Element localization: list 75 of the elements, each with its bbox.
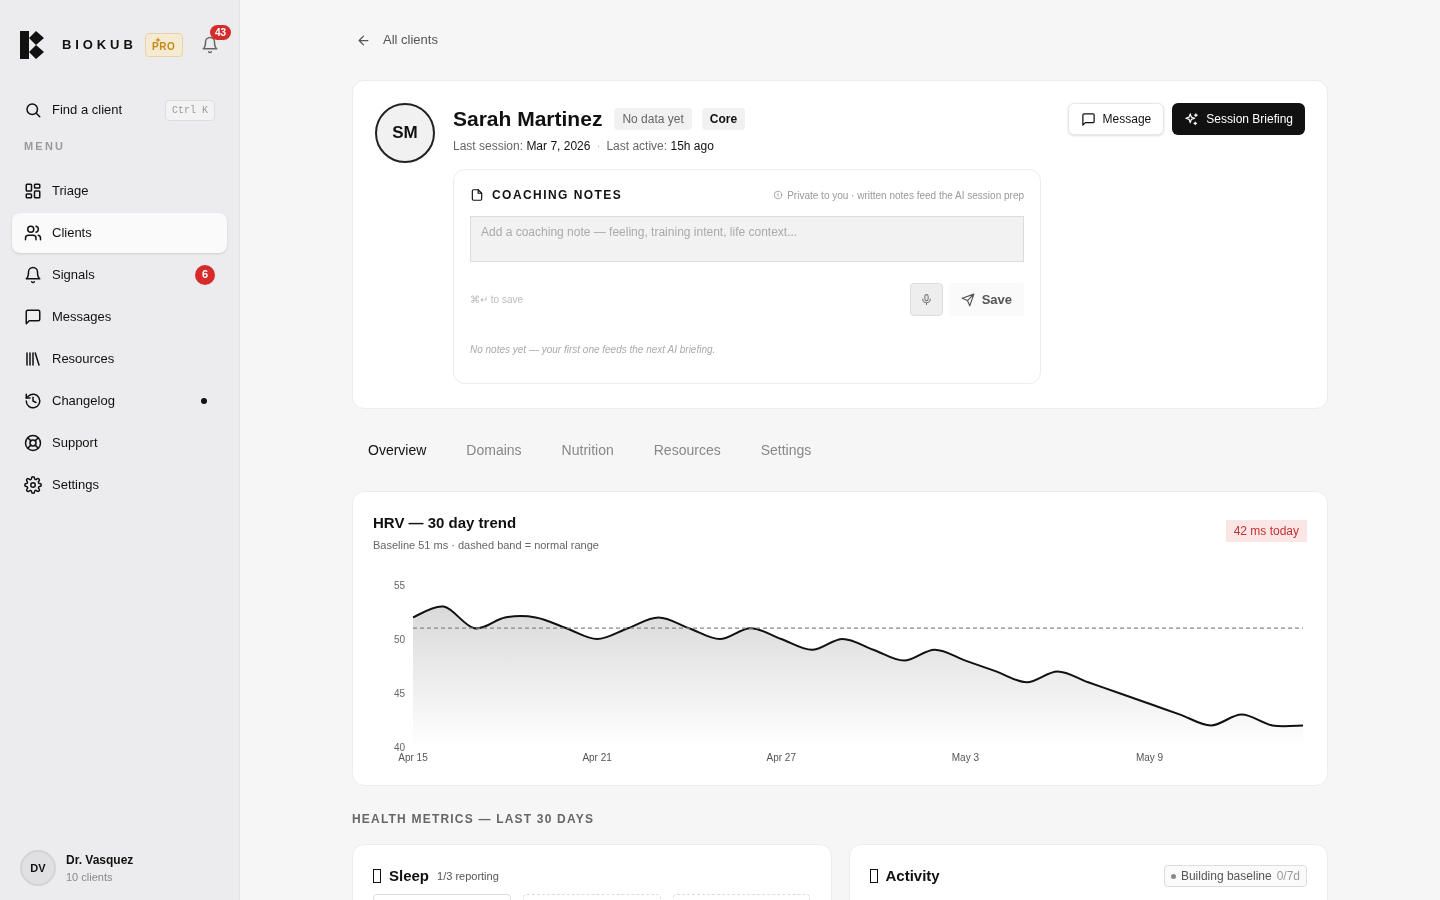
save-shortcut-hint: ⌘↵ to save (470, 293, 524, 307)
y-tick-label: 40 (393, 742, 405, 753)
status-badge: Building baseline 0/7d (1163, 865, 1307, 888)
logo-icon (20, 31, 44, 59)
last-active-text: Last active: 15h ago (606, 138, 714, 155)
shortcut-key: Ctrl K (165, 99, 215, 121)
chat-bubble-icon (24, 307, 42, 326)
nav-item[interactable]: Messages (12, 296, 227, 337)
nav-item[interactable]: Resources (12, 338, 227, 379)
metric-subtitle: 1/3 reporting (437, 869, 499, 884)
back-link[interactable]: All clients (352, 0, 1328, 80)
nav-item[interactable]: Triage (12, 170, 227, 211)
pro-badge: PRO (144, 33, 183, 57)
separator-dot: · (596, 138, 601, 155)
user-subtitle: 10 clients (66, 869, 114, 885)
x-tick-label: Apr 27 (766, 752, 796, 763)
nav-item[interactable]: Changelog (12, 380, 227, 421)
note-input-field[interactable]: Add a coaching note — feeling, training intent, life context... (470, 216, 1024, 262)
count-badge: 6 (195, 264, 215, 285)
today-badge: 42 ms today (1225, 520, 1307, 542)
y-tick-label: 50 (393, 634, 405, 645)
chart-subtitle: Baseline 51 ms · dashed band = normal range (373, 537, 599, 553)
session-briefing-button[interactable]: Session Briefing (1172, 103, 1305, 135)
notes-title: COACHING NOTES (492, 187, 623, 204)
x-tick-label: May 9 (1135, 752, 1164, 763)
metric-icon (869, 869, 878, 884)
message-button[interactable]: Message (1067, 103, 1165, 135)
nav-item[interactable]: Support (12, 422, 227, 463)
tab[interactable]: Overview (352, 433, 443, 467)
y-tick-label: 45 (393, 688, 405, 699)
section-heading: HEALTH METRICS — LAST 30 DAYS (352, 811, 596, 828)
nav-item[interactable]: Settings (12, 464, 227, 505)
nav-item[interactable]: Signals 6 (12, 254, 227, 295)
user-name: Dr. Vasquez (66, 851, 134, 869)
bell-icon (24, 265, 42, 284)
lifebuoy-icon (24, 433, 42, 452)
users-icon (24, 223, 42, 242)
chart-title: HRV — 30 day trend (373, 513, 518, 533)
user-avatar: DV (20, 850, 56, 886)
metric-title: Activity (885, 866, 940, 886)
bell-icon (201, 36, 219, 54)
brand-name: BIOKUB (62, 36, 137, 55)
privacy-note: Private to you · written notes feed the AI session prep (787, 188, 1024, 203)
microphone-icon (919, 293, 933, 306)
notification-count: 43 (209, 25, 231, 40)
search-label: Find a client (52, 101, 123, 120)
document-icon (470, 188, 484, 202)
menu-heading: MENU (23, 139, 67, 154)
x-tick-label: Apr 15 (398, 752, 428, 763)
status-tag: Core (701, 108, 746, 130)
empty-notes-text: No notes yet — your first one feeds the next AI briefing. (470, 343, 717, 357)
client-avatar: SM (375, 103, 435, 163)
x-tick-label: May 3 (951, 752, 980, 763)
notifications-button[interactable] (201, 36, 219, 54)
metric-icon (373, 869, 381, 884)
last-session-text: Last session: Mar 7, 2026 (453, 138, 591, 155)
grid-icon (24, 181, 42, 200)
metric-title: Sleep (389, 866, 430, 886)
info-icon (773, 190, 784, 200)
back-arrow-icon (356, 32, 371, 48)
x-tick-label: Apr 21 (582, 752, 612, 763)
search-icon (24, 101, 42, 119)
settings-icon (24, 475, 42, 494)
save-button[interactable]: Save (948, 283, 1024, 316)
history-icon (24, 391, 42, 410)
send-icon (960, 292, 975, 307)
chat-bubble-icon (1080, 111, 1096, 127)
client-name: Sarah Martinez (453, 106, 603, 133)
y-tick-label: 55 (393, 580, 405, 591)
library-icon (24, 349, 42, 368)
nav-item[interactable]: Clients (12, 212, 227, 253)
sparkles-icon (1184, 111, 1200, 127)
microphone-button[interactable] (909, 283, 943, 316)
search-button[interactable]: Find a client Ctrl K (12, 90, 227, 130)
status-tag: No data yet (614, 108, 692, 130)
